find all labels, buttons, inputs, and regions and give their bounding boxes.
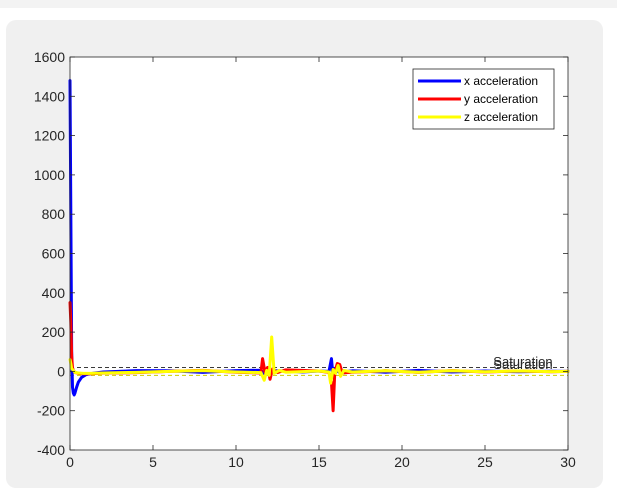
x-tick-label: 15 (311, 454, 327, 470)
line-chart: SaturationSaturation 0 5 10 15 20 25 30 -400 -2… (34, 49, 576, 470)
y-tick-label: -400 (37, 442, 65, 458)
x-tick-label: 10 (228, 454, 244, 470)
y-tick-label: 1200 (34, 128, 65, 144)
y-tick-label: 1600 (34, 49, 65, 65)
y-tick-label: 200 (42, 324, 66, 340)
legend-label: y acceleration (464, 92, 538, 106)
x-tick-label: 25 (477, 454, 493, 470)
legend: x acceleration y acceleration z accelerati… (412, 68, 555, 130)
legend-label: z acceleration (464, 110, 538, 124)
legend-label: x acceleration (464, 74, 538, 88)
y-tick-label: 600 (42, 246, 66, 262)
x-tick-label: 30 (560, 454, 576, 470)
y-tick-label: -200 (37, 403, 65, 419)
annotation-saturation-2: Saturation (493, 357, 552, 372)
y-tick-label: 800 (42, 206, 66, 222)
x-tick-label: 5 (149, 454, 157, 470)
y-tick-label: 400 (42, 285, 66, 301)
y-tick-label: 1000 (34, 167, 65, 183)
y-tick-label: 0 (57, 363, 65, 379)
annotations: SaturationSaturation (493, 354, 552, 372)
x-tick-label: 0 (66, 454, 74, 470)
y-tick-label: 1400 (34, 88, 65, 104)
x-tick-label: 20 (394, 454, 410, 470)
